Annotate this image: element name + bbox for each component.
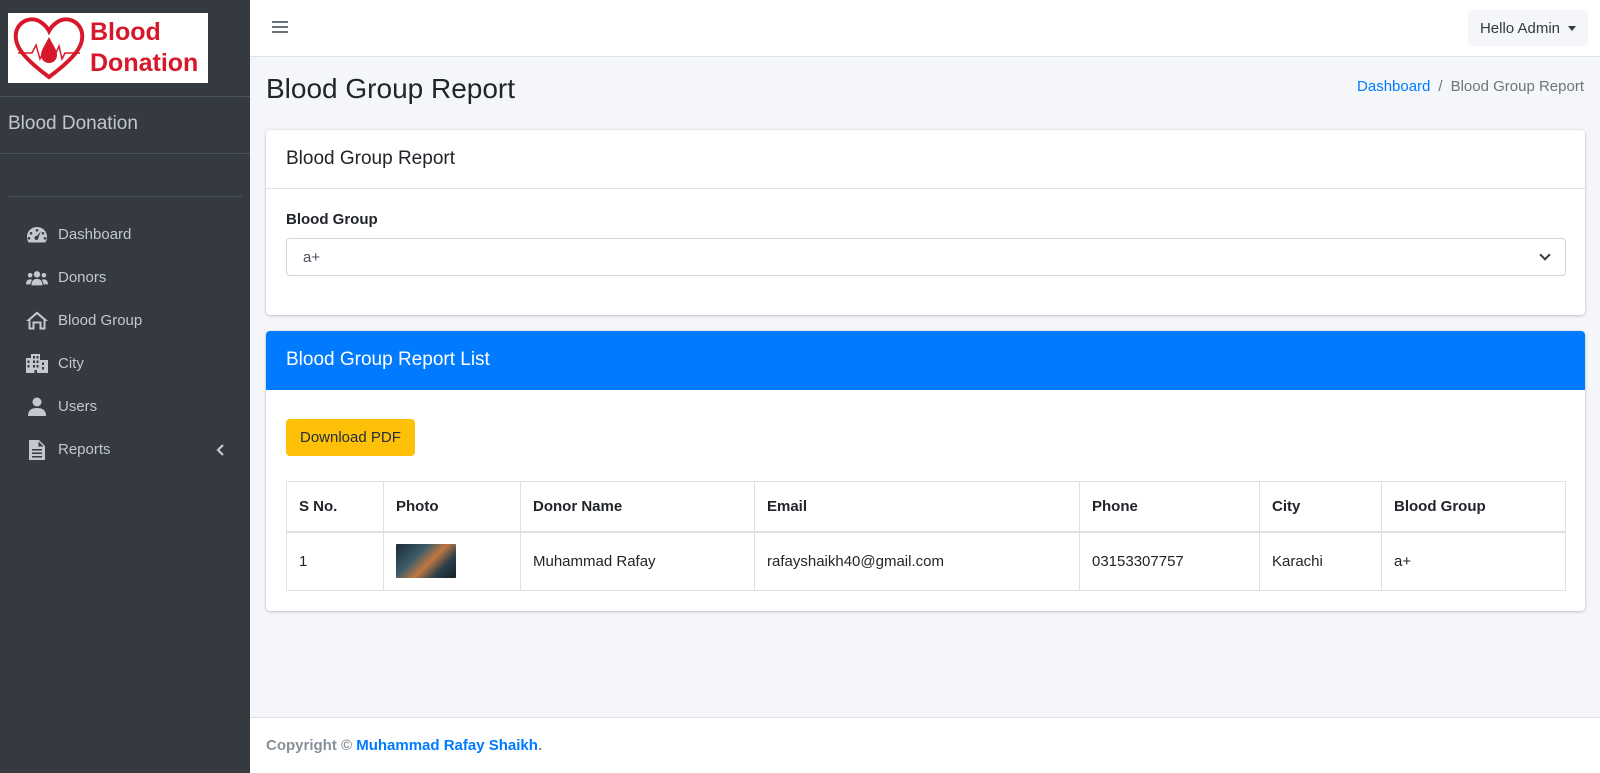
breadcrumb-separator: /	[1438, 78, 1443, 95]
column-header-blood-group[interactable]: Blood Group	[1381, 481, 1566, 533]
cell-donor-name: Muhammad Rafay	[520, 531, 755, 591]
footer-copyright: Copyright ©	[266, 737, 357, 754]
sidebar-item-users[interactable]: Users	[8, 385, 242, 428]
user-menu-dropdown[interactable]: Hello Admin	[1467, 10, 1588, 46]
breadcrumb: Dashboard / Blood Group Report	[1357, 78, 1584, 95]
report-list-title: Blood Group Report List	[266, 331, 1585, 390]
donor-photo[interactable]	[396, 544, 456, 579]
report-table: S No. Photo Donor Name Email Phone City …	[286, 481, 1566, 591]
cell-blood-group: a+	[1381, 531, 1566, 591]
column-header-phone[interactable]: Phone	[1079, 481, 1260, 533]
column-header-photo[interactable]: Photo	[383, 481, 521, 533]
page-title: Blood Group Report	[266, 73, 516, 104]
footer-author-link[interactable]: Muhammad Rafay Shaikh	[356, 737, 538, 754]
content-header: Blood Group Report Dashboard / Blood Gro…	[250, 57, 1600, 127]
table-header-row: S No. Photo Donor Name Email Phone City …	[286, 481, 1566, 533]
sidebar-item-blood-group[interactable]: Blood Group	[8, 299, 242, 342]
breadcrumb-link-dashboard[interactable]: Dashboard	[1357, 78, 1430, 95]
chevron-left-icon[interactable]	[216, 443, 224, 460]
logo-line-1: Blood	[90, 18, 161, 46]
home-icon	[26, 311, 48, 331]
logo-text: Blood Donation	[90, 17, 198, 79]
table-row: 1 Muhammad Rafay rafayshaikh40@gmail.com…	[286, 531, 1566, 591]
blood-group-select[interactable]: a+	[286, 238, 1566, 276]
caret-down-icon	[1568, 25, 1576, 31]
user-menu-label: Hello Admin	[1479, 19, 1560, 37]
cell-phone: 03153307757	[1079, 531, 1260, 591]
top-navbar: Hello Admin	[250, 0, 1600, 57]
footer-suffix: .	[537, 737, 543, 754]
sidebar-item-label: Users	[58, 398, 98, 415]
cell-sno: 1	[286, 531, 384, 591]
column-header-city[interactable]: City	[1259, 481, 1382, 533]
blood-group-select-value: a+	[303, 248, 321, 266]
sidebar-item-label: Donors	[58, 269, 107, 286]
sidebar-brand-title[interactable]: Blood Donation	[0, 97, 250, 154]
filter-card-body: Blood Group a+	[266, 189, 1585, 296]
sidebar-item-donors[interactable]: Donors	[8, 256, 242, 299]
filter-card: Blood Group Report Blood Group a+	[266, 130, 1585, 315]
sidebar-item-reports[interactable]: Reports	[8, 428, 242, 471]
sidebar-item-label: Reports	[58, 441, 111, 458]
sidebar-item-label: Blood Group	[58, 312, 143, 329]
building-icon	[26, 354, 48, 374]
column-header-sno[interactable]: S No.	[286, 481, 384, 533]
download-pdf-button[interactable]: Download PDF	[286, 419, 415, 456]
column-header-donor-name[interactable]: Donor Name	[520, 481, 755, 533]
brand-logo[interactable]: Blood Donation	[8, 13, 208, 83]
sidebar-item-city[interactable]: City	[8, 342, 242, 385]
filter-card-title: Blood Group Report	[266, 130, 1585, 189]
sidebar-item-dashboard[interactable]: Dashboard	[8, 213, 242, 256]
sidebar-item-label: Dashboard	[58, 226, 132, 243]
breadcrumb-current: Blood Group Report	[1450, 78, 1584, 95]
report-list-card: Blood Group Report List Download PDF S N…	[266, 331, 1585, 611]
chevron-down-icon	[1539, 249, 1551, 261]
tachometer-icon	[26, 225, 48, 245]
footer: Copyright © Muhammad Rafay Shaikh.	[250, 717, 1600, 773]
column-header-email[interactable]: Email	[754, 481, 1080, 533]
user-icon	[26, 397, 48, 417]
cell-city: Karachi	[1259, 531, 1382, 591]
cell-photo	[383, 531, 521, 591]
users-icon	[26, 268, 48, 288]
logo-line-2: Donation	[90, 49, 199, 77]
cell-email: rafayshaikh40@gmail.com	[754, 531, 1080, 591]
file-icon	[26, 439, 48, 460]
menu-toggle-icon[interactable]	[272, 18, 288, 36]
sidebar: Blood Donation Blood Donation Dashboard …	[0, 0, 250, 773]
sidebar-nav: Dashboard Donors Blood Group City Users	[0, 213, 250, 471]
heart-logo-icon	[13, 17, 85, 80]
sidebar-item-label: City	[58, 355, 84, 372]
user-panel	[8, 154, 242, 197]
brand-area: Blood Donation	[0, 0, 250, 97]
blood-group-label: Blood Group	[286, 211, 378, 228]
